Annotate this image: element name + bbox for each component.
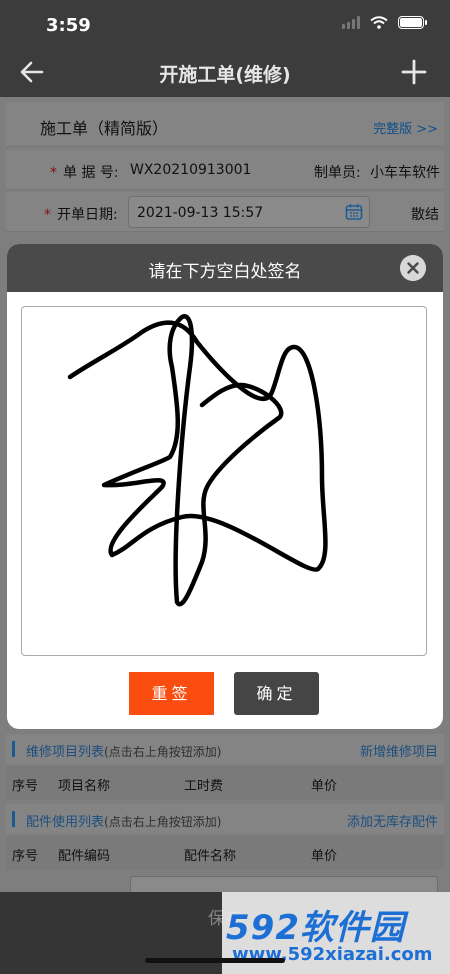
add-repair-item-link[interactable]: 新增维修项目 <box>360 741 438 760</box>
parts-col-code: 配件编码 <box>58 849 111 864</box>
confirm-button[interactable]: 确定 <box>234 672 319 715</box>
settle-type[interactable]: 散结 <box>411 204 439 224</box>
doc-no-label: * 单 据 号: <box>50 165 119 181</box>
repair-col-name: 项目名称 <box>58 779 111 794</box>
watermark-logo: 592软件园 <box>226 908 405 948</box>
top-bar: 3:59 开施工单(维修) <box>0 0 450 97</box>
open-date-input[interactable]: 2021-09-13 15:57 <box>128 196 370 228</box>
plus-icon[interactable] <box>400 58 428 86</box>
remark-input[interactable] <box>130 876 438 892</box>
parts-table-header: 序号 配件编码 配件名称 单价 <box>6 836 444 870</box>
open-date-row: * 开单日期: 2021-09-13 15:57 散结 <box>6 192 444 232</box>
repair-col-price: 单价 <box>311 779 338 794</box>
signal-icon <box>342 16 360 29</box>
form-header-title: 施工单（精简版） <box>40 119 169 138</box>
form-header: 施工单（精简版） 完整版 >> <box>6 102 444 147</box>
dialog-header: 请在下方空白处签名 <box>7 244 443 292</box>
section-marker <box>12 811 15 827</box>
battery-icon <box>398 16 427 29</box>
repair-section-title: 维修项目列表(点击右上角按钮添加) <box>26 745 222 760</box>
add-part-link[interactable]: 添加无库存配件 <box>347 811 438 830</box>
maker-label: 制单员: <box>314 165 361 181</box>
signature-stroke <box>67 314 328 607</box>
parts-section-title: 配件使用列表(点击右上角按钮添加) <box>26 815 222 830</box>
parts-col-index: 序号 <box>12 849 39 864</box>
signature-dialog: 请在下方空白处签名 重签 确定 <box>7 244 443 729</box>
required-mark: * <box>50 165 57 181</box>
maker-value: 小车车软件 <box>370 165 440 181</box>
home-indicator[interactable] <box>145 958 285 963</box>
required-mark: * <box>44 207 51 223</box>
full-version-link[interactable]: 完整版 >> <box>373 118 438 137</box>
open-date-label: * 开单日期: <box>44 207 118 223</box>
page-title: 开施工单(维修) <box>159 64 291 86</box>
doc-no-value: WX20210913001 <box>130 162 252 178</box>
status-time: 3:59 <box>46 15 91 36</box>
calendar-icon[interactable] <box>345 203 363 221</box>
signature-pad[interactable] <box>21 306 427 656</box>
parts-section: 配件使用列表(点击右上角按钮添加) 添加无库存配件 <box>6 804 444 834</box>
repair-table-header: 序号 项目名称 工时费 单价 <box>6 766 444 800</box>
repair-col-labor: 工时费 <box>184 779 224 794</box>
parts-col-price: 单价 <box>311 849 338 864</box>
dialog-title: 请在下方空白处签名 <box>148 262 302 282</box>
resign-button[interactable]: 重签 <box>129 672 214 715</box>
repair-col-index: 序号 <box>12 779 39 794</box>
status-icons <box>342 16 427 29</box>
close-icon[interactable] <box>400 255 426 281</box>
wifi-icon <box>370 16 388 29</box>
repair-items-section: 维修项目列表(点击右上角按钮添加) 新增维修项目 <box>6 734 444 764</box>
parts-col-name: 配件名称 <box>184 849 237 864</box>
doc-no-row: * 单 据 号: WX20210913001 制单员: 小车车软件 <box>6 150 444 190</box>
section-marker <box>12 741 15 757</box>
open-date-value: 2021-09-13 15:57 <box>137 205 264 221</box>
